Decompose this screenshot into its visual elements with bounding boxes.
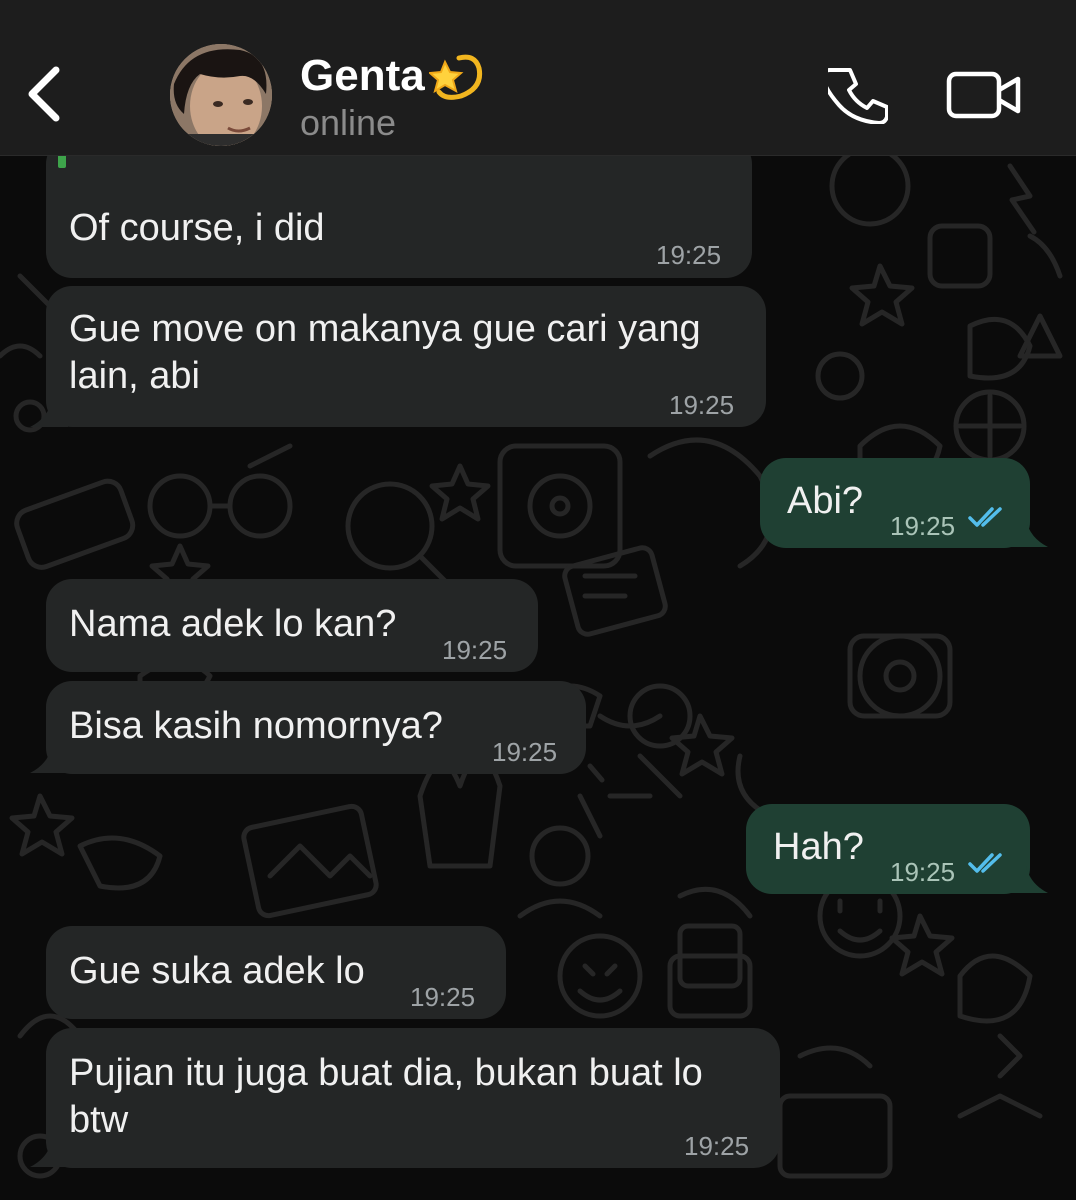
- message-bubble-incoming[interactable]: Of course, i did 19:25: [46, 138, 752, 278]
- chevron-left-icon[interactable]: [22, 64, 70, 124]
- read-ticks-icon: [968, 507, 1002, 527]
- message-bubble-incoming[interactable]: Nama adek lo kan? 19:25: [46, 579, 538, 672]
- bubble-tail: [1010, 520, 1048, 547]
- contact-name[interactable]: Genta: [300, 48, 485, 104]
- dizzy-star-icon: [428, 54, 482, 100]
- message-text: Nama adek lo kan?: [69, 603, 397, 645]
- message-bubble-incoming[interactable]: Bisa kasih nomornya? 19:25: [46, 681, 586, 774]
- message-bubble-outgoing[interactable]: Abi? 19:25: [760, 458, 1030, 548]
- bubble-tail: [30, 746, 68, 773]
- message-bubble-incoming[interactable]: Gue move on makanya gue cari yang lain, …: [46, 286, 766, 427]
- message-text: Pujian itu juga buat dia, bukan buat lo …: [69, 1052, 703, 1141]
- message-time: 19:25: [410, 982, 476, 1012]
- contact-status: online: [300, 102, 397, 143]
- bubble-tail: [30, 400, 68, 427]
- message-time: 19:25: [684, 1131, 750, 1161]
- message-text: Bisa kasih nomornya?: [69, 705, 443, 747]
- message-time: 19:25: [656, 240, 722, 270]
- read-ticks-icon: [968, 853, 1002, 873]
- bubble-tail: [1010, 866, 1048, 893]
- message-time: 19:25: [442, 635, 508, 665]
- message-text: Gue suka adek lo: [69, 950, 365, 992]
- contact-name-text: Genta: [300, 51, 425, 100]
- phone-icon[interactable]: [828, 64, 888, 124]
- avatar-photo: [170, 44, 272, 146]
- message-time: 19:25: [890, 857, 956, 887]
- message-time: 19:25: [669, 390, 735, 420]
- message-text: Hah?: [773, 826, 864, 868]
- video-camera-icon[interactable]: [946, 68, 1022, 122]
- message-text: Of course, i did: [69, 207, 325, 249]
- avatar[interactable]: [170, 44, 272, 146]
- message-text: Abi?: [787, 480, 864, 522]
- chat-header: Genta online: [0, 0, 1076, 156]
- quote-indicator: [58, 154, 66, 168]
- message-text: Gue move on makanya gue cari yang lain, …: [69, 308, 701, 397]
- message-time: 19:25: [890, 511, 956, 541]
- message-bubble-outgoing[interactable]: Hah? 19:25: [746, 804, 1030, 894]
- message-bubble-incoming[interactable]: Gue suka adek lo 19:25: [46, 926, 506, 1019]
- message-bubble-incoming[interactable]: Pujian itu juga buat dia, bukan buat lo …: [46, 1028, 780, 1168]
- message-time: 19:25: [492, 737, 558, 767]
- bubble-tail: [30, 1140, 68, 1167]
